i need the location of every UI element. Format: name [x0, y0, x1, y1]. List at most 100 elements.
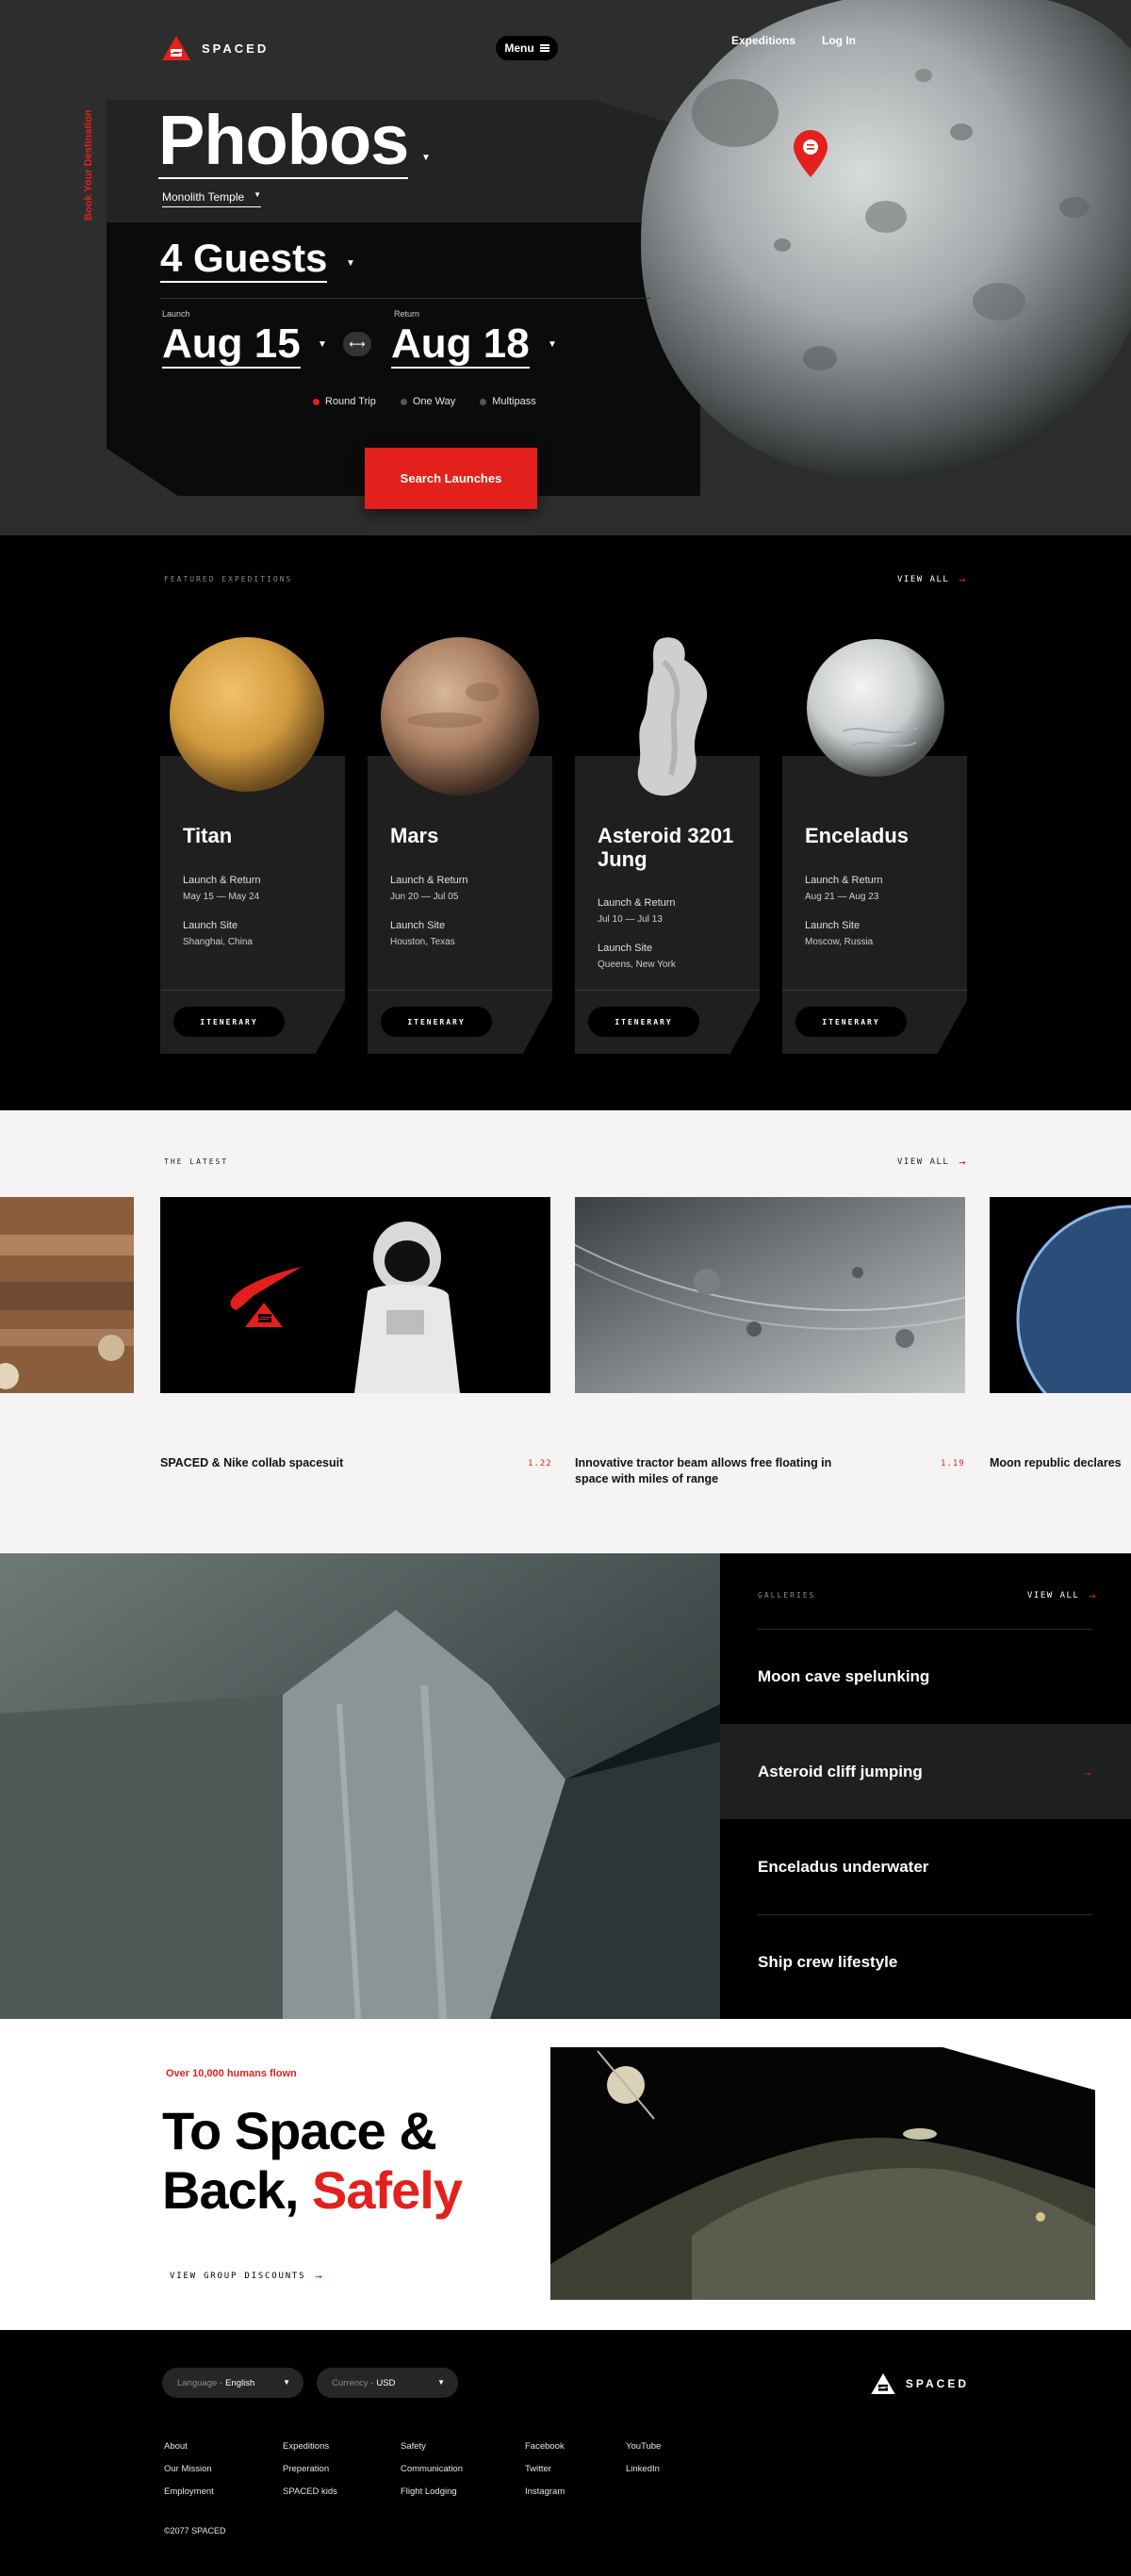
card-dates: Jul 10 — Jul 13: [598, 914, 663, 925]
footer-link[interactable]: Employment: [164, 2486, 214, 2509]
language-value: English: [225, 2377, 255, 2388]
lunar-base-image: [550, 2047, 1095, 2300]
gallery-cliff-image: [0, 1553, 720, 2019]
arrow-right-icon: →: [1081, 1764, 1093, 1779]
group-discounts-label: VIEW GROUP DISCOUNTS: [170, 2272, 306, 2281]
card-label: Launch Site: [390, 920, 446, 931]
headline-line-2: Back,: [162, 2159, 299, 2220]
itinerary-button[interactable]: ITENERARY: [381, 1007, 492, 1037]
card-label: Launch & Return: [598, 897, 676, 909]
news-number: 1.19: [941, 1459, 965, 1468]
footer-link[interactable]: Twitter: [525, 2464, 565, 2486]
itinerary-button[interactable]: ITENERARY: [795, 1007, 907, 1037]
news-title[interactable]: Innovative tractor beam allows free floa…: [575, 1455, 858, 1487]
guests-select[interactable]: 4 Guests: [160, 237, 328, 284]
caret-down-icon[interactable]: ▼: [421, 153, 431, 163]
footer-link[interactable]: Flight Lodging: [401, 2486, 463, 2509]
return-date-select[interactable]: Aug 18: [391, 321, 530, 369]
news-image-moon-republic[interactable]: [990, 1197, 1131, 1393]
footer-link[interactable]: Facebook: [525, 2441, 565, 2464]
footer-link[interactable]: SPACED kids: [283, 2486, 337, 2509]
footer-logo[interactable]: SPACED: [870, 2373, 969, 2394]
brand-logo[interactable]: SPACED: [162, 36, 269, 60]
footer-link[interactable]: Communication: [401, 2464, 463, 2486]
footer-column-expeditions: Expeditions Preperation SPACED kids: [283, 2441, 337, 2509]
location-pin-icon[interactable]: [794, 130, 828, 177]
news-image-jupiter[interactable]: [0, 1197, 134, 1393]
gallery-item-moon-cave[interactable]: Moon cave spelunking: [720, 1629, 1131, 1724]
section-kicker: THE LATEST: [164, 1157, 229, 1166]
footer-link[interactable]: Instagram: [525, 2486, 565, 2509]
sub-destination-select[interactable]: Monolith Temple ▼: [162, 190, 262, 207]
safety-kicker: Over 10,000 humans flown: [166, 2068, 297, 2079]
gallery-item-ship-crew[interactable]: Ship crew lifestyle: [720, 1914, 1131, 2010]
itinerary-button[interactable]: ITENERARY: [173, 1007, 285, 1037]
caret-down-icon[interactable]: ▼: [318, 339, 327, 350]
language-select[interactable]: Language - English ▼: [162, 2368, 303, 2398]
caret-down-icon: ▼: [254, 190, 262, 199]
asteroid-image: [637, 637, 708, 796]
trip-option-multipass[interactable]: Multipass: [480, 396, 536, 407]
menu-button[interactable]: Menu: [496, 36, 558, 60]
expedition-card-enceladus: Enceladus Launch & Return Aug 21 — Aug 2…: [782, 756, 967, 1054]
view-all-link[interactable]: VIEW ALL →: [897, 573, 967, 586]
card-title: Enceladus: [805, 824, 910, 847]
launch-date-select[interactable]: Aug 15: [162, 321, 301, 369]
news-image-nike-spacesuit[interactable]: [160, 1197, 550, 1393]
caret-down-icon[interactable]: ▼: [346, 258, 355, 269]
gallery-item-enceladus[interactable]: Enceladus underwater: [720, 1819, 1131, 1914]
currency-select[interactable]: Currency - USD ▼: [317, 2368, 458, 2398]
caret-down-icon[interactable]: ▼: [548, 339, 557, 350]
sub-destination-label: Monolith Temple: [162, 190, 245, 204]
brand-name: SPACED: [905, 2377, 969, 2390]
trip-option-label: One Way: [412, 396, 456, 407]
safety-headline: To Space & Back, Safely: [162, 2101, 577, 2220]
group-discounts-link[interactable]: VIEW GROUP DISCOUNTS →: [170, 2270, 323, 2283]
page: SPACED Expeditions Log In Menu Book Your…: [0, 0, 1131, 2576]
search-launches-button[interactable]: Search Launches: [365, 448, 537, 509]
swap-dates-button[interactable]: ⟷: [343, 332, 371, 356]
galleries-list: GALLERIES VIEW ALL → Moon cave spelunkin…: [720, 1553, 1131, 2019]
nav-login[interactable]: Log In: [822, 34, 856, 47]
trip-option-one-way[interactable]: One Way: [400, 396, 456, 407]
view-all-link[interactable]: VIEW ALL →: [897, 1156, 967, 1169]
book-destination-label: Book Your Destination: [83, 109, 94, 221]
card-site: Houston, Texas: [390, 937, 455, 947]
headline-line-1: To Space &: [162, 2101, 437, 2160]
footer-link[interactable]: About: [164, 2441, 214, 2464]
footer-link[interactable]: LinkedIn: [626, 2464, 661, 2486]
view-all-label: VIEW ALL: [897, 1157, 950, 1167]
divider: [160, 298, 650, 299]
footer-link[interactable]: YouTube: [626, 2441, 661, 2464]
logo-icon: [871, 2373, 895, 2394]
card-label: Launch & Return: [183, 875, 261, 886]
trip-option-label: Multipass: [492, 396, 536, 407]
view-all-link[interactable]: VIEW ALL →: [1027, 1589, 1097, 1602]
news-image-tractor-beam[interactable]: [575, 1197, 965, 1393]
radio-icon: [480, 398, 487, 405]
view-all-label: VIEW ALL: [1027, 1591, 1080, 1600]
footer: Language - English ▼ Currency - USD ▼ SPAC…: [0, 2330, 1131, 2576]
nav-links: Expeditions Log In: [731, 34, 856, 47]
news-title[interactable]: SPACED & Nike collab spacesuit: [160, 1455, 405, 1471]
gallery-item-label: Enceladus underwater: [758, 1857, 929, 1876]
expedition-card-mars: Mars Launch & Return Jun 20 — Jul 05 Lau…: [368, 756, 552, 1054]
trip-option-round-trip[interactable]: Round Trip: [313, 396, 376, 407]
nav-expeditions[interactable]: Expeditions: [731, 34, 795, 47]
gallery-item-asteroid-cliff[interactable]: Asteroid cliff jumping →: [720, 1724, 1131, 1819]
gallery-item-label: Asteroid cliff jumping: [758, 1762, 923, 1780]
footer-link[interactable]: Preperation: [283, 2464, 337, 2486]
card-label: Launch Site: [598, 943, 653, 954]
return-label: Return: [394, 309, 420, 319]
news-title[interactable]: Moon republic declares: [990, 1455, 1131, 1471]
radio-icon: [400, 398, 407, 405]
titan-image: [170, 637, 324, 792]
card-site: Moscow, Russia: [805, 937, 874, 947]
footer-link[interactable]: Our Mission: [164, 2464, 214, 2486]
itinerary-button[interactable]: ITENERARY: [588, 1007, 699, 1037]
footer-link[interactable]: Safety: [401, 2441, 463, 2464]
swap-arrows-icon: ⟷: [349, 337, 366, 351]
footer-link[interactable]: Expeditions: [283, 2441, 337, 2464]
destination-select[interactable]: Phobos: [158, 106, 409, 179]
card-site: Queens, New York: [598, 960, 676, 970]
